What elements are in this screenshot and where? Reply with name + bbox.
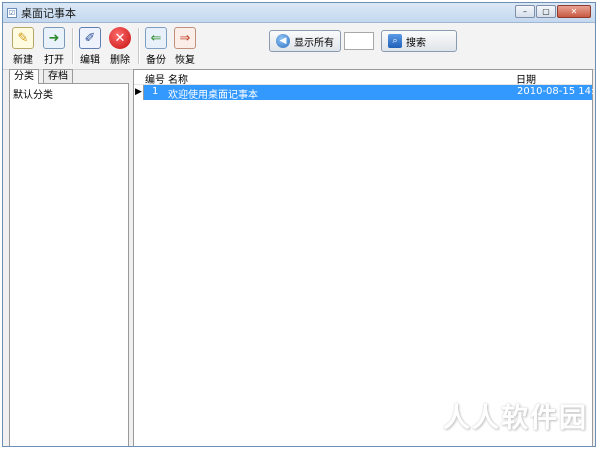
delete-x-icon: ✕ <box>109 27 131 49</box>
row-name: 欢迎使用桌面记事本 <box>168 90 258 101</box>
category-tabs: 分类 存档 <box>9 69 129 84</box>
close-button[interactable]: ✕ <box>557 5 591 18</box>
category-item-default[interactable]: 默认分类 <box>10 84 128 103</box>
toolbar-divider <box>72 28 74 64</box>
magnifier-icon: ⌕ <box>388 34 402 48</box>
show-all-button[interactable]: ◀ 显示所有 <box>269 30 341 52</box>
open-file-icon: ➜ <box>43 27 65 49</box>
toolbar: ✎ 新建 ➜ 打开 ✐ 编辑 ✕ 删除 ⇐ 备份 ⇒ 恢复 ◀ 显示所有 ⌕ 搜… <box>3 23 595 70</box>
app-icon: ☑ <box>7 7 17 18</box>
column-name[interactable]: 名称 <box>168 71 188 86</box>
maximize-button[interactable]: ▢ <box>536 5 556 18</box>
app-window: ☑ 桌面记事本 – ▢ ✕ ✎ 新建 ➜ 打开 ✐ 编辑 ✕ 删除 ⇐ 备份 ⇒… <box>2 2 596 447</box>
row-selector-icon: ▶ <box>134 85 144 100</box>
new-label: 新建 <box>13 55 33 66</box>
open-label: 打开 <box>44 55 64 66</box>
delete-label: 删除 <box>110 55 130 66</box>
list-header: 编号 名称 日期 <box>134 70 592 86</box>
title-bar: ☑ 桌面记事本 – ▢ ✕ <box>3 3 595 23</box>
open-button[interactable]: ➜ 打开 <box>40 27 68 66</box>
tab-archive[interactable]: 存档 <box>43 69 73 83</box>
backup-label: 备份 <box>146 55 166 66</box>
edit-label: 编辑 <box>80 55 100 66</box>
backup-icon: ⇐ <box>145 27 167 49</box>
back-arrow-icon: ◀ <box>276 34 290 48</box>
restore-button[interactable]: ⇒ 恢复 <box>171 27 199 66</box>
new-note-icon: ✎ <box>12 27 34 49</box>
edit-pencil-icon: ✐ <box>79 27 101 49</box>
search-button[interactable]: ⌕ 搜索 <box>381 30 457 52</box>
new-button[interactable]: ✎ 新建 <box>9 27 37 66</box>
category-list: 默认分类 <box>9 83 129 446</box>
toolbar-divider <box>138 28 140 64</box>
window-controls: – ▢ ✕ <box>515 5 591 18</box>
tab-categories[interactable]: 分类 <box>9 69 39 84</box>
watermark: 人人软件园 <box>443 403 588 434</box>
show-all-label: 显示所有 <box>294 37 334 49</box>
column-number[interactable]: 编号 <box>145 71 165 86</box>
restore-label: 恢复 <box>175 55 195 66</box>
column-date[interactable]: 日期 <box>516 71 536 86</box>
search-label: 搜索 <box>406 37 426 49</box>
table-row[interactable]: ▶ 1 欢迎使用桌面记事本 2010-08-15 14:15:0 <box>134 85 595 101</box>
minimize-button[interactable]: – <box>515 5 535 18</box>
category-panel: 分类 存档 默认分类 <box>9 69 129 446</box>
row-date: 2010-08-15 14:15:0 <box>517 86 595 97</box>
search-input[interactable] <box>344 32 374 50</box>
delete-button[interactable]: ✕ 删除 <box>106 27 134 66</box>
row-number: 1 <box>152 86 159 97</box>
notes-list: 编号 名称 日期 ▶ 1 欢迎使用桌面记事本 2010-08-15 14:15:… <box>133 69 595 446</box>
window-title: 桌面记事本 <box>21 6 76 20</box>
edit-button[interactable]: ✐ 编辑 <box>76 27 104 66</box>
backup-button[interactable]: ⇐ 备份 <box>142 27 170 66</box>
restore-icon: ⇒ <box>174 27 196 49</box>
